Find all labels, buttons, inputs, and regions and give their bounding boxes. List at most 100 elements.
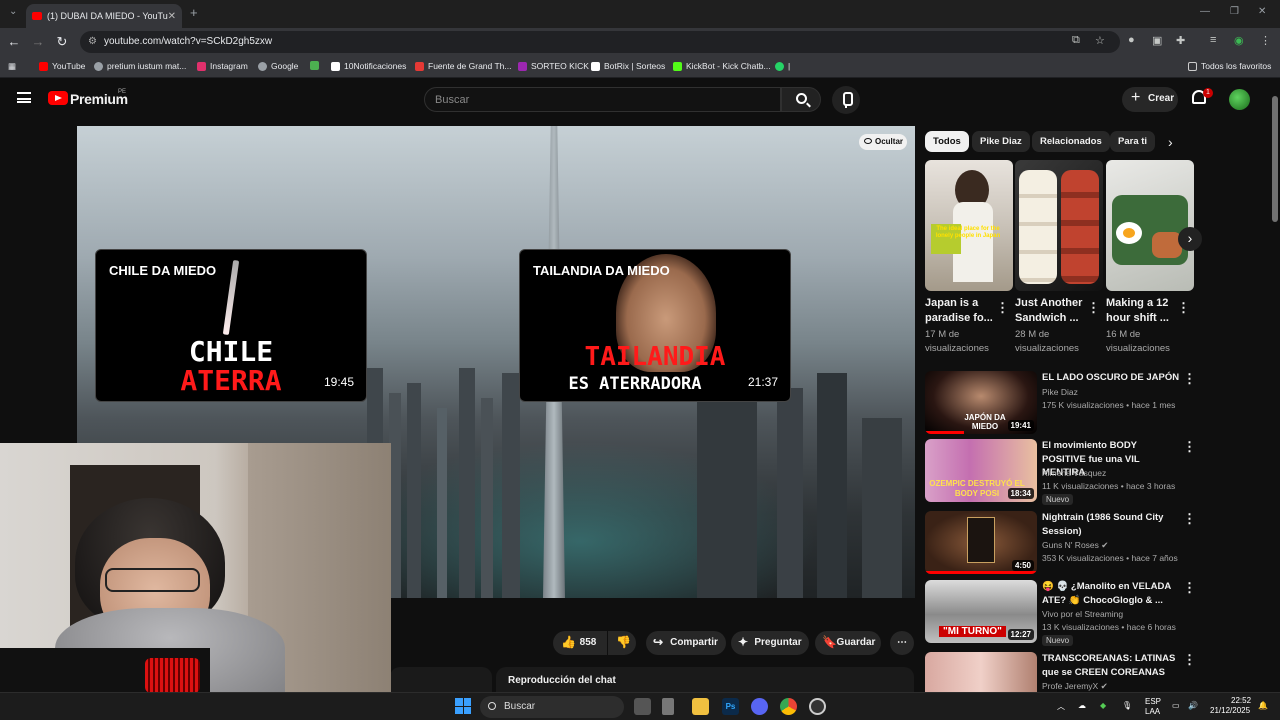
site-info-icon[interactable]: ⚙ bbox=[88, 36, 97, 47]
file-icon[interactable] bbox=[662, 698, 674, 715]
profile-icon[interactable]: ◉ bbox=[1234, 34, 1244, 47]
clock-date[interactable]: 21/12/2025 bbox=[1210, 706, 1250, 715]
dislike-button[interactable]: 👎 bbox=[608, 631, 636, 655]
browser-tab[interactable]: (1) DUBAI DA MIEDO - YouTube ✕ bbox=[26, 4, 182, 28]
security-icon[interactable]: ◆ bbox=[1100, 701, 1106, 710]
chip-all[interactable]: Todos bbox=[925, 131, 969, 152]
recommendation-item[interactable]: OZEMPIC DESTRUYÓ EL BODY POSI 18:34 El m… bbox=[925, 439, 1196, 505]
ask-button[interactable]: ✦ Preguntar bbox=[731, 631, 809, 655]
chat-replay-panel[interactable]: Reproducción del chat bbox=[496, 667, 914, 692]
search-button[interactable] bbox=[781, 87, 821, 112]
recommendation-title[interactable]: TRANSCOREANAS: LATINAS que se CREEN CORE… bbox=[1042, 652, 1182, 679]
extension-icon[interactable]: ▣ bbox=[1152, 34, 1162, 47]
bookmark-item[interactable]: Fuente de Grand Th... bbox=[415, 61, 511, 71]
recommendation-item[interactable]: TRANSCOREANAS: LATINAS que se CREEN CORE… bbox=[925, 652, 1195, 692]
extensions-puzzle-icon[interactable]: ✚ bbox=[1176, 34, 1185, 47]
chip-for-you[interactable]: Para ti bbox=[1110, 131, 1156, 152]
windows-start-icon[interactable] bbox=[455, 698, 471, 714]
short-thumbnail[interactable]: The ideal place for the lonely people in… bbox=[925, 160, 1013, 291]
language-layout[interactable]: LAA bbox=[1145, 707, 1160, 716]
short-menu-icon[interactable]: ⋮ bbox=[1087, 300, 1100, 316]
close-tab-icon[interactable]: ✕ bbox=[168, 11, 176, 22]
onedrive-icon[interactable]: ☁ bbox=[1078, 701, 1086, 710]
scrollbar-thumb[interactable] bbox=[1272, 96, 1278, 222]
short-title[interactable]: Just Another Sandwich ... bbox=[1015, 296, 1089, 326]
task-view-icon[interactable] bbox=[634, 698, 651, 715]
network-icon[interactable]: ▭ bbox=[1172, 701, 1180, 710]
more-actions-button[interactable]: ⋯ bbox=[890, 631, 914, 655]
back-icon[interactable]: ← bbox=[6, 34, 22, 49]
chevron-right-icon[interactable]: › bbox=[1168, 134, 1173, 150]
all-bookmarks[interactable]: Todos los favoritos bbox=[1188, 61, 1271, 71]
create-button[interactable]: + Crear bbox=[1122, 87, 1178, 112]
channel-name[interactable]: Profe JeremyX ✔ bbox=[1042, 681, 1108, 692]
tab-search-icon[interactable]: ⌄ bbox=[9, 6, 17, 17]
install-app-icon[interactable]: ⧉ bbox=[1072, 34, 1080, 47]
chrome-menu-icon[interactable]: ⋮ bbox=[1260, 34, 1271, 47]
bookmark-item[interactable]: BotRix | Sorteos bbox=[591, 61, 665, 71]
recommendation-thumbnail[interactable]: 4:50 bbox=[925, 511, 1037, 574]
short-menu-icon[interactable]: ⋮ bbox=[1177, 300, 1190, 316]
chip-channel[interactable]: Pike Diaz bbox=[972, 131, 1030, 152]
discord-icon[interactable] bbox=[751, 698, 768, 715]
recommendation-thumbnail[interactable]: "MI TURNO" 12:27 bbox=[925, 580, 1037, 643]
channel-name[interactable]: Guns N' Roses ✔ bbox=[1042, 540, 1108, 551]
short-menu-icon[interactable]: ⋮ bbox=[996, 300, 1009, 316]
bookmark-item[interactable]: pretium iustum mat... bbox=[94, 61, 186, 71]
tray-chevron-icon[interactable]: ︿ bbox=[1057, 701, 1065, 712]
recommendation-title[interactable]: EL LADO OSCURO DE JAPÓN bbox=[1042, 371, 1182, 385]
bookmark-item[interactable]: 10Notificaciones bbox=[331, 61, 406, 71]
apps-grid-icon[interactable]: ▦ bbox=[8, 61, 16, 72]
recommendation-thumbnail[interactable] bbox=[925, 652, 1037, 692]
notification-center-icon[interactable]: 🔔 bbox=[1258, 701, 1268, 710]
obs-icon[interactable] bbox=[809, 698, 826, 715]
mic-tray-icon[interactable]: 🎙 bbox=[1122, 701, 1132, 710]
hide-endcards-button[interactable]: Ocultar bbox=[859, 134, 907, 150]
photoshop-icon[interactable]: Ps bbox=[722, 698, 739, 715]
minimize-icon[interactable]: — bbox=[1200, 6, 1210, 17]
bookmark-item[interactable] bbox=[310, 61, 323, 70]
new-tab-icon[interactable]: + bbox=[190, 5, 198, 20]
short-thumbnail[interactable] bbox=[1106, 160, 1194, 291]
channel-name[interactable]: Ximena Vásquez bbox=[1042, 468, 1106, 478]
clock-time[interactable]: 22:52 bbox=[1231, 696, 1251, 705]
recommendation-item[interactable]: "MI TURNO" 12:27 😝 💀 ¿Manolito en VELADA… bbox=[925, 580, 1196, 646]
recommendation-title[interactable]: 😝 💀 ¿Manolito en VELADA ATE? 👏 ChocoGlog… bbox=[1042, 580, 1182, 607]
file-explorer-icon[interactable] bbox=[692, 698, 709, 715]
account-avatar[interactable] bbox=[1229, 89, 1250, 110]
bookmark-item[interactable]: | bbox=[775, 61, 790, 71]
channel-name[interactable]: Pike Diaz bbox=[1042, 387, 1078, 397]
save-button[interactable]: 🔖 Guardar bbox=[815, 631, 881, 655]
maximize-icon[interactable]: ❐ bbox=[1230, 6, 1239, 17]
bookmark-item[interactable]: Instagram bbox=[197, 61, 248, 71]
youtube-logo-icon[interactable] bbox=[48, 91, 68, 105]
video-menu-icon[interactable]: ⋮ bbox=[1183, 580, 1196, 596]
channel-name[interactable]: Vivo por el Streaming bbox=[1042, 609, 1123, 619]
search-input[interactable]: Buscar bbox=[424, 87, 781, 112]
short-title[interactable]: Making a 12 hour shift ... bbox=[1106, 296, 1180, 326]
reload-icon[interactable]: ↻ bbox=[54, 34, 70, 50]
share-button[interactable]: ↪ Compartir bbox=[646, 631, 726, 655]
video-menu-icon[interactable]: ⋮ bbox=[1183, 652, 1195, 668]
forward-icon[interactable]: → bbox=[30, 34, 46, 49]
close-window-icon[interactable]: ✕ bbox=[1258, 6, 1266, 17]
hamburger-menu-icon[interactable] bbox=[17, 92, 31, 103]
chrome-icon[interactable] bbox=[780, 698, 797, 715]
recommendation-thumbnail[interactable]: OZEMPIC DESTRUYÓ EL BODY POSI 18:34 bbox=[925, 439, 1037, 502]
recommendation-title[interactable]: Nightrain (1986 Sound City Session) bbox=[1042, 511, 1182, 538]
video-menu-icon[interactable]: ⋮ bbox=[1183, 439, 1196, 455]
extension-icon[interactable]: ● bbox=[1128, 34, 1135, 46]
bookmark-item[interactable]: Google bbox=[258, 61, 298, 71]
language-code[interactable]: ESP bbox=[1145, 697, 1161, 706]
bookmark-item[interactable]: KickBot - Kick Chatb... bbox=[673, 61, 771, 71]
recommendation-item[interactable]: 4:50 Nightrain (1986 Sound City Session)… bbox=[925, 511, 1196, 575]
video-menu-icon[interactable]: ⋮ bbox=[1183, 511, 1196, 527]
chip-related[interactable]: Relacionados bbox=[1032, 131, 1110, 152]
short-thumbnail[interactable] bbox=[1015, 160, 1103, 291]
recommendation-item[interactable]: JAPÓN DA MIEDO 19:41 EL LADO OSCURO DE J… bbox=[925, 371, 1196, 435]
reading-list-icon[interactable]: ≡ bbox=[1210, 34, 1216, 46]
video-menu-icon[interactable]: ⋮ bbox=[1183, 371, 1196, 387]
like-button[interactable]: 👍 858 bbox=[553, 631, 607, 655]
short-title[interactable]: Japan is a paradise fo... bbox=[925, 296, 999, 326]
taskbar-search[interactable]: Buscar bbox=[480, 696, 624, 718]
